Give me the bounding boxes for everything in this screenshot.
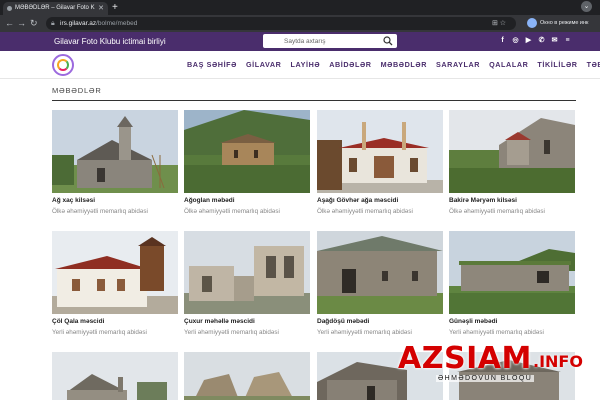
card-photo[interactable]	[449, 110, 575, 193]
card-title[interactable]: Çuxur məhəllə məscidi	[184, 318, 310, 325]
temple-card[interactable]: Dağdöşü məbədi Yerli əhəmiyyətli memarlı…	[317, 231, 443, 336]
temple-card[interactable]: Çöl Qala məscidi Yerli əhəmiyyətli memar…	[52, 231, 178, 336]
card-subtitle: Yerli əhəmiyyətli memarlıq abidəsi	[52, 329, 147, 336]
watermark-logo: AZSIAM .INFO ƏHMƏDOVUN BLOQU	[398, 342, 588, 394]
url-domain: irs.gilavar.az	[60, 20, 97, 27]
temple-card[interactable]: Ağ xaç kilsəsi Ölkə əhəmiyyətli memarlıq…	[52, 110, 178, 215]
browser-tab-bar: MƏBƏDLƏR – Gilavar Foto Klubu ✕ + ⌄	[0, 0, 600, 15]
card-photo[interactable]	[184, 352, 310, 400]
share-icon[interactable]: ⊞ ☆	[492, 17, 506, 30]
forward-icon[interactable]: →	[17, 17, 26, 30]
chevron-down-icon[interactable]: ⌄	[581, 1, 592, 12]
nav-item-palaces[interactable]: SARAYLAR	[436, 51, 480, 79]
card-title[interactable]: Çöl Qala məscidi	[52, 318, 178, 325]
card-subtitle: Ölkə əhəmiyyətli memarlıq abidəsi	[449, 208, 545, 215]
temple-card[interactable]: Aşağı Gövhər ağa məscidi Ölkə əhəmiyyətl…	[317, 110, 443, 215]
card-title[interactable]: Dağdöşü məbədi	[317, 318, 443, 325]
temple-card[interactable]: Ağoglan məbədi Ölkə əhəmiyyətli memarlıq…	[184, 110, 310, 215]
page-title: MƏBƏDLƏR	[52, 86, 102, 95]
card-subtitle: Ölkə əhəmiyyətli memarlıq abidəsi	[52, 208, 148, 215]
temple-card[interactable]: Çuxur məhəllə məscidi Yerli əhəmiyyətli …	[184, 231, 310, 336]
temple-card[interactable]	[184, 352, 310, 400]
social-links: f ◎ ▶ ✆ ✉ ≡	[498, 36, 572, 47]
browser-address-bar: ← → ↻ 🔒︎ irs.gilavar.az/bolme/mebed ⊞ ☆ …	[0, 15, 600, 32]
temple-card[interactable]: Günəşli məbədi Yerli əhəmiyyətli memarlı…	[449, 231, 575, 336]
nav-item-buildings[interactable]: TİKİLİLƏR	[537, 51, 577, 79]
mail-icon[interactable]: ✉	[550, 36, 559, 45]
card-photo[interactable]	[184, 110, 310, 193]
menu-icon[interactable]: ≡	[563, 36, 572, 45]
tab-title: MƏBƏDLƏR – Gilavar Foto Klubu	[15, 5, 95, 11]
close-icon[interactable]: ✕	[98, 2, 104, 15]
lock-icon: 🔒︎	[51, 20, 55, 27]
nav-item-monuments[interactable]: ABİDƏLƏR	[329, 51, 371, 79]
browser-tab[interactable]: MƏBƏDLƏR – Gilavar Foto Klubu ✕	[3, 2, 108, 15]
watermark-subtitle: ƏHMƏDOVUN BLOQU	[436, 375, 535, 382]
watermark-suffix: .INFO	[533, 352, 583, 371]
url-field[interactable]: 🔒︎ irs.gilavar.az/bolme/mebed	[46, 17, 516, 30]
card-photo[interactable]	[184, 231, 310, 314]
youtube-icon[interactable]: ▶	[524, 36, 533, 45]
nav-item-home[interactable]: BAŞ SƏHİFƏ	[187, 51, 237, 79]
nav-item-nature[interactable]: TƏBİƏT	[587, 51, 600, 79]
main-navigation: BAŞ SƏHİFƏ GİLAVAR LAYİHƏ ABİDƏLƏR MƏBƏD…	[0, 51, 600, 79]
card-subtitle: Yerli əhəmiyyətli memarlıq abidəsi	[317, 329, 412, 336]
card-photo[interactable]	[317, 110, 443, 193]
new-tab-icon[interactable]: +	[112, 2, 118, 13]
search-box	[263, 34, 397, 48]
favicon-icon	[7, 6, 12, 11]
card-subtitle: Yerli əhəmiyyətli memarlıq abidəsi	[184, 329, 279, 336]
card-subtitle: Ölkə əhəmiyyətli memarlıq abidəsi	[184, 208, 280, 215]
nav-item-project[interactable]: LAYİHƏ	[290, 51, 320, 79]
site-logo[interactable]	[52, 54, 74, 76]
card-photo[interactable]	[52, 231, 178, 314]
vk-icon[interactable]: ✆	[537, 36, 546, 45]
card-photo[interactable]	[449, 231, 575, 314]
instagram-icon[interactable]: ◎	[511, 36, 520, 45]
temple-card[interactable]	[52, 352, 178, 400]
back-icon[interactable]: ←	[5, 17, 14, 30]
card-subtitle: Yerli əhəmiyyətli memarlıq abidəsi	[449, 329, 544, 336]
nav-item-fortresses[interactable]: QALALAR	[489, 51, 528, 79]
facebook-icon[interactable]: f	[498, 36, 507, 45]
card-title[interactable]: Ağoglan məbədi	[184, 197, 310, 204]
card-title[interactable]: Ağ xaç kilsəsi	[52, 197, 178, 204]
reload-icon[interactable]: ↻	[30, 17, 38, 30]
nav-item-gilavar[interactable]: GİLAVAR	[246, 51, 281, 79]
url-path: /bolme/mebed	[96, 20, 138, 27]
card-subtitle: Ölkə əhəmiyyətli memarlıq abidəsi	[317, 208, 413, 215]
card-photo[interactable]	[52, 352, 178, 400]
logo-mark-icon	[57, 59, 69, 71]
site-name: Gilavar Foto Klubu ictimai birliyi	[54, 37, 166, 46]
card-title[interactable]: Bakirə Məryəm kilsəsi	[449, 197, 575, 204]
search-icon[interactable]	[383, 36, 393, 46]
nav-item-temples[interactable]: MƏBƏDLƏR	[381, 51, 427, 79]
card-title[interactable]: Günəşli məbədi	[449, 318, 575, 325]
card-title[interactable]: Aşağı Gövhər ağa məscidi	[317, 197, 443, 204]
incognito-label: Окно в режиме инк	[540, 20, 589, 26]
site-top-bar: Gilavar Foto Klubu ictimai birliyi f ◎ ▶…	[0, 32, 600, 51]
card-photo[interactable]	[317, 231, 443, 314]
title-divider	[52, 100, 576, 101]
temple-card[interactable]: Bakirə Məryəm kilsəsi Ölkə əhəmiyyətli m…	[449, 110, 575, 215]
incognito-icon[interactable]	[527, 18, 537, 28]
nav-menu: BAŞ SƏHİFƏ GİLAVAR LAYİHƏ ABİDƏLƏR MƏBƏD…	[187, 51, 600, 79]
watermark-main: AZSIAM	[398, 341, 532, 376]
search-input[interactable]	[263, 34, 375, 48]
card-photo[interactable]	[52, 110, 178, 193]
